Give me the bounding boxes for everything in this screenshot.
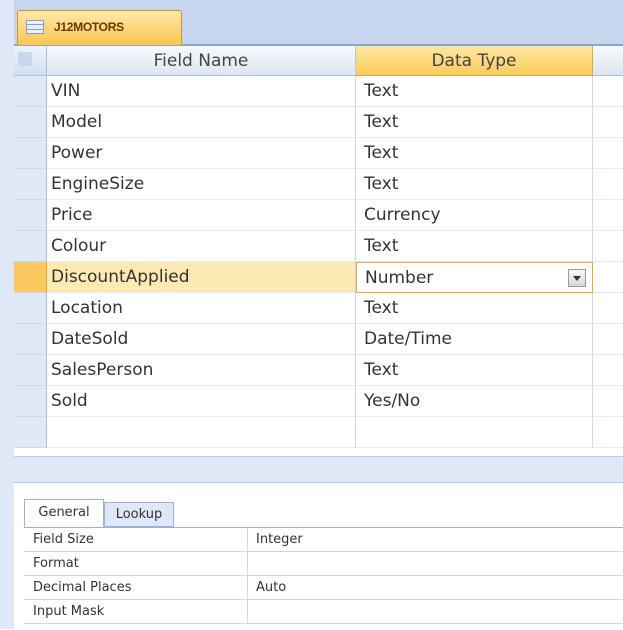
description-cell[interactable] bbox=[593, 417, 623, 448]
row-selector[interactable] bbox=[14, 355, 47, 386]
data-type-value: Number bbox=[365, 268, 434, 288]
description-cell[interactable] bbox=[593, 262, 623, 293]
field-name-cell[interactable]: Price bbox=[47, 200, 356, 231]
data-type-cell[interactable] bbox=[356, 417, 593, 448]
field-name-cell[interactable]: SalesPerson bbox=[47, 355, 356, 386]
table-row bbox=[14, 417, 623, 448]
data-type-cell[interactable]: Text bbox=[356, 138, 593, 169]
field-design-grid: Field Name Data Type VIN Text Model Text… bbox=[14, 46, 623, 456]
property-value[interactable]: Auto bbox=[248, 576, 623, 599]
data-type-cell[interactable]: Text bbox=[356, 107, 593, 138]
tab-general[interactable]: General bbox=[24, 499, 104, 527]
grid-header: Field Name Data Type bbox=[14, 46, 623, 76]
data-type-cell[interactable]: Text bbox=[356, 355, 593, 386]
property-row: Decimal Places Auto bbox=[24, 576, 623, 600]
row-selector[interactable] bbox=[14, 293, 47, 324]
row-selector[interactable] bbox=[14, 138, 47, 169]
field-name-cell[interactable]: DiscountApplied bbox=[47, 262, 356, 293]
property-value[interactable] bbox=[248, 600, 623, 623]
table-row-current: DiscountApplied Number bbox=[14, 262, 623, 293]
document-tab-bar: J12MOTORS bbox=[14, 0, 623, 46]
table-row: Power Text bbox=[14, 138, 623, 169]
table-row: Price Currency bbox=[14, 200, 623, 231]
description-cell[interactable] bbox=[593, 231, 623, 262]
table-row: Sold Yes/No bbox=[14, 386, 623, 417]
data-type-cell[interactable]: Text bbox=[356, 293, 593, 324]
table-icon bbox=[26, 20, 44, 34]
document-tab-j12motors[interactable]: J12MOTORS bbox=[17, 10, 182, 45]
property-row: Input Mask bbox=[24, 600, 623, 624]
description-cell[interactable] bbox=[593, 386, 623, 417]
row-selector[interactable] bbox=[14, 76, 47, 107]
data-type-header[interactable]: Data Type bbox=[356, 46, 593, 76]
property-label: Decimal Places bbox=[24, 576, 248, 599]
field-name-cell[interactable]: VIN bbox=[47, 76, 356, 107]
document-tab-title: J12MOTORS bbox=[54, 20, 124, 34]
property-row: Field Size Integer bbox=[24, 528, 623, 552]
row-selector[interactable] bbox=[14, 324, 47, 355]
data-type-cell[interactable]: Text bbox=[356, 169, 593, 200]
data-type-cell[interactable]: Date/Time bbox=[356, 324, 593, 355]
description-cell[interactable] bbox=[593, 200, 623, 231]
data-type-cell[interactable]: Currency bbox=[356, 200, 593, 231]
description-cell[interactable] bbox=[593, 324, 623, 355]
description-cell[interactable] bbox=[593, 107, 623, 138]
table-row: Colour Text bbox=[14, 231, 623, 262]
description-cell[interactable] bbox=[593, 355, 623, 386]
field-properties-table: Field Size Integer Format Decimal Places… bbox=[24, 527, 623, 624]
field-name-cell[interactable] bbox=[47, 417, 356, 448]
field-name-cell[interactable]: Model bbox=[47, 107, 356, 138]
data-type-cell[interactable]: Text bbox=[356, 231, 593, 262]
pane-splitter[interactable] bbox=[14, 456, 623, 483]
row-selector[interactable] bbox=[14, 386, 47, 417]
property-label: Field Size bbox=[24, 528, 248, 551]
description-cell[interactable] bbox=[593, 76, 623, 107]
table-row: VIN Text bbox=[14, 76, 623, 107]
property-value[interactable]: Integer bbox=[248, 528, 623, 551]
row-selector[interactable] bbox=[14, 417, 47, 448]
data-type-select[interactable]: Number bbox=[356, 262, 593, 293]
field-name-cell[interactable]: Location bbox=[47, 293, 356, 324]
field-name-cell[interactable]: EngineSize bbox=[47, 169, 356, 200]
field-name-header[interactable]: Field Name bbox=[47, 46, 356, 76]
property-row: Format bbox=[24, 552, 623, 576]
description-header[interactable] bbox=[593, 46, 623, 76]
table-design-window: J12MOTORS Field Name Data Type VIN Text … bbox=[0, 0, 623, 630]
table-row: EngineSize Text bbox=[14, 169, 623, 200]
table-row: Model Text bbox=[14, 107, 623, 138]
field-name-cell[interactable]: Power bbox=[47, 138, 356, 169]
field-name-cell[interactable]: Sold bbox=[47, 386, 356, 417]
table-row: DateSold Date/Time bbox=[14, 324, 623, 355]
field-properties-pane: General Lookup Field Size Integer Format… bbox=[14, 482, 623, 630]
chevron-down-icon[interactable] bbox=[568, 269, 586, 287]
field-name-cell[interactable]: DateSold bbox=[47, 324, 356, 355]
table-row: Location Text bbox=[14, 293, 623, 324]
property-label: Format bbox=[24, 552, 248, 575]
row-selector[interactable] bbox=[14, 107, 47, 138]
row-selector[interactable] bbox=[14, 169, 47, 200]
description-cell[interactable] bbox=[593, 169, 623, 200]
row-selector[interactable] bbox=[14, 231, 47, 262]
data-type-cell[interactable]: Text bbox=[356, 76, 593, 107]
table-row: SalesPerson Text bbox=[14, 355, 623, 386]
property-value[interactable] bbox=[248, 552, 623, 575]
description-cell[interactable] bbox=[593, 293, 623, 324]
row-selector[interactable] bbox=[14, 262, 47, 293]
data-type-cell[interactable]: Yes/No bbox=[356, 386, 593, 417]
select-all-button[interactable] bbox=[14, 46, 47, 76]
property-label: Input Mask bbox=[24, 600, 248, 623]
tab-lookup[interactable]: Lookup bbox=[104, 502, 174, 527]
row-selector[interactable] bbox=[14, 200, 47, 231]
description-cell[interactable] bbox=[593, 138, 623, 169]
field-name-cell[interactable]: Colour bbox=[47, 231, 356, 262]
